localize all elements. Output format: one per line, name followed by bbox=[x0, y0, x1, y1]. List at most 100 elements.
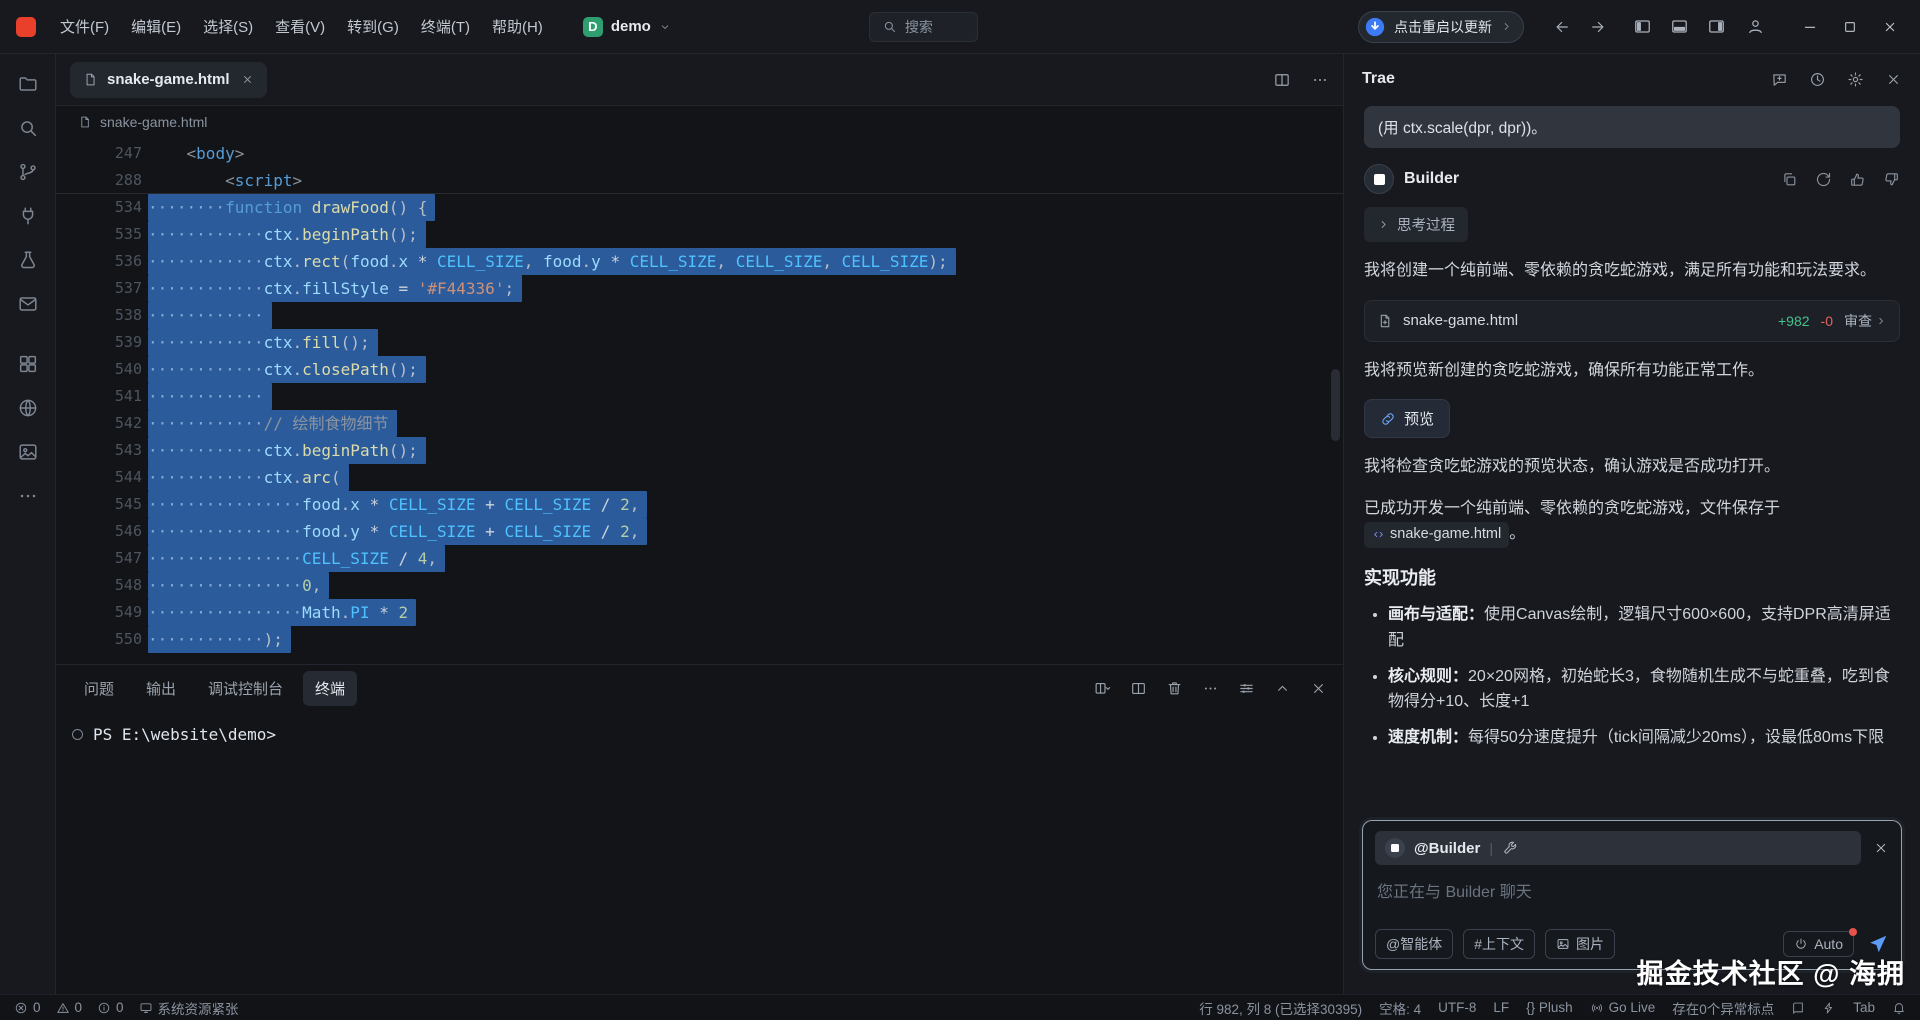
statusbar-item[interactable] bbox=[1822, 1001, 1836, 1015]
statusbar-item[interactable] bbox=[1892, 1001, 1906, 1015]
line-number[interactable]: 534 bbox=[56, 194, 142, 221]
code-line-539[interactable]: 539 ············ctx.fill(); bbox=[56, 329, 1343, 356]
code-line-545[interactable]: 545 ················food.x * CELL_SIZE + … bbox=[56, 491, 1343, 518]
copy-icon[interactable] bbox=[1781, 171, 1798, 188]
line-number[interactable]: 548 bbox=[56, 572, 142, 599]
panel-tab-终端[interactable]: 终端 bbox=[303, 670, 358, 706]
code-line-543[interactable]: 543 ············ctx.beginPath(); bbox=[56, 437, 1343, 464]
input-placeholder[interactable]: 您正在与 Builder 聊天 bbox=[1377, 878, 1887, 902]
problems-errors[interactable]: 0 bbox=[14, 1000, 41, 1015]
forward-button[interactable] bbox=[1580, 18, 1616, 36]
statusbar-item[interactable]: Go Live bbox=[1590, 1000, 1655, 1015]
menu-item[interactable]: 查看(V) bbox=[265, 11, 335, 42]
mention-pill[interactable]: @Builder | bbox=[1375, 831, 1861, 865]
activitybar-gallery-icon[interactable] bbox=[5, 430, 51, 474]
line-number[interactable]: 544 bbox=[56, 464, 142, 491]
code-line-535[interactable]: 535 ············ctx.beginPath(); bbox=[56, 221, 1343, 248]
thinking-process-toggle[interactable]: 思考过程 bbox=[1364, 207, 1468, 242]
line-number[interactable]: 550 bbox=[56, 626, 142, 653]
breadcrumb[interactable]: snake-game.html bbox=[56, 106, 1343, 138]
input-chip[interactable]: #上下文 bbox=[1463, 929, 1536, 959]
chat-messages[interactable]: (用 ctx.scale(dpr, dpr))。 Builder 思考过程 我将… bbox=[1344, 104, 1920, 820]
line-number[interactable]: 545 bbox=[56, 491, 142, 518]
maximize-panel-icon[interactable] bbox=[1274, 680, 1291, 697]
back-button[interactable] bbox=[1544, 18, 1580, 36]
sticky-line-288[interactable]: 288 <script> bbox=[56, 167, 1343, 194]
menu-item[interactable]: 编辑(E) bbox=[121, 11, 191, 42]
code-line-538[interactable]: 538 ············ bbox=[56, 302, 1343, 329]
code-line-548[interactable]: 548 ················0, bbox=[56, 572, 1343, 599]
line-number[interactable]: 549 bbox=[56, 599, 142, 626]
close-window-button[interactable] bbox=[1870, 7, 1910, 47]
activitybar-mail-icon[interactable] bbox=[5, 282, 51, 326]
close-tab-icon[interactable] bbox=[241, 73, 254, 86]
code-line-546[interactable]: 546 ················food.y * CELL_SIZE + … bbox=[56, 518, 1343, 545]
editor-scrollbar[interactable] bbox=[1331, 369, 1340, 442]
line-number[interactable]: 539 bbox=[56, 329, 142, 356]
line-number[interactable]: 288 bbox=[56, 167, 142, 193]
code-line-540[interactable]: 540 ············ctx.closePath(); bbox=[56, 356, 1343, 383]
statusbar-item[interactable]: {} Plush bbox=[1526, 1000, 1573, 1015]
review-link[interactable]: 审查 bbox=[1844, 311, 1887, 331]
kill-terminal-icon[interactable] bbox=[1166, 680, 1183, 697]
clear-mention-icon[interactable] bbox=[1873, 840, 1889, 856]
menu-item[interactable]: 选择(S) bbox=[193, 11, 263, 42]
thumbs-up-icon[interactable] bbox=[1849, 171, 1866, 188]
code-line-536[interactable]: 536 ············ctx.rect(food.x * CELL_SI… bbox=[56, 248, 1343, 275]
code-line-537[interactable]: 537 ············ctx.fillStyle = '#F44336'… bbox=[56, 275, 1343, 302]
line-number[interactable]: 543 bbox=[56, 437, 142, 464]
line-number[interactable]: 537 bbox=[56, 275, 142, 302]
maximize-button[interactable] bbox=[1830, 7, 1870, 47]
line-number[interactable]: 536 bbox=[56, 248, 142, 275]
terminal-picker-icon[interactable] bbox=[1094, 680, 1111, 697]
code-line-541[interactable]: 541 ············ bbox=[56, 383, 1343, 410]
filter-icon[interactable] bbox=[1238, 680, 1255, 697]
activitybar-extensions-icon[interactable] bbox=[5, 342, 51, 386]
statusbar-item[interactable]: 存在0个异常标点 bbox=[1672, 998, 1774, 1018]
global-search[interactable]: 搜索 bbox=[868, 11, 978, 42]
statusbar-item[interactable]: UTF-8 bbox=[1438, 1000, 1476, 1015]
chat-input[interactable]: @Builder | 您正在与 Builder 聊天 @智能体 #上下文 图片 Au… bbox=[1362, 820, 1902, 970]
line-number[interactable]: 541 bbox=[56, 383, 142, 410]
system-resource-warning[interactable]: 系统资源紧张 bbox=[139, 998, 239, 1018]
line-number[interactable]: 247 bbox=[56, 140, 142, 167]
line-number[interactable]: 546 bbox=[56, 518, 142, 545]
problems-infos[interactable]: 0 bbox=[97, 1000, 124, 1015]
toggle-left-sidebar-icon[interactable] bbox=[1626, 17, 1659, 36]
minimize-button[interactable] bbox=[1790, 7, 1830, 47]
code-line-544[interactable]: 544 ············ctx.arc( bbox=[56, 464, 1343, 491]
settings-gear-icon[interactable] bbox=[1847, 71, 1864, 88]
code-line-542[interactable]: 542 ············// 绘制食物细节 bbox=[56, 410, 1343, 437]
menu-item[interactable]: 转到(G) bbox=[337, 11, 409, 42]
project-switcher[interactable]: D demo bbox=[575, 13, 679, 41]
activitybar-search-icon[interactable] bbox=[5, 106, 51, 150]
thumbs-down-icon[interactable] bbox=[1883, 171, 1900, 188]
activitybar-globe-icon[interactable] bbox=[5, 386, 51, 430]
activitybar-explorer-icon[interactable] bbox=[5, 62, 51, 106]
account-icon[interactable] bbox=[1737, 17, 1774, 36]
panel-tab-输出[interactable]: 输出 bbox=[134, 671, 188, 706]
activitybar-source-control-icon[interactable] bbox=[5, 150, 51, 194]
tools-wrench-icon[interactable] bbox=[1502, 840, 1518, 856]
statusbar-item[interactable]: Tab bbox=[1853, 1000, 1875, 1015]
restart-update-button[interactable]: 点击重启以更新 bbox=[1358, 10, 1524, 43]
close-chat-icon[interactable] bbox=[1885, 71, 1902, 88]
menu-item[interactable]: 终端(T) bbox=[411, 11, 480, 42]
toggle-right-sidebar-icon[interactable] bbox=[1700, 17, 1733, 36]
line-number[interactable]: 538 bbox=[56, 302, 142, 329]
sticky-line-247[interactable]: 247 <body> bbox=[56, 140, 1343, 167]
line-number[interactable]: 542 bbox=[56, 410, 142, 437]
activitybar-more-icon[interactable] bbox=[5, 474, 51, 518]
split-editor-icon[interactable] bbox=[1273, 71, 1291, 89]
line-number[interactable]: 540 bbox=[56, 356, 142, 383]
menu-item[interactable]: 文件(F) bbox=[50, 11, 119, 42]
history-icon[interactable] bbox=[1809, 71, 1826, 88]
statusbar-item[interactable]: LF bbox=[1493, 1000, 1509, 1015]
activitybar-debug-icon[interactable] bbox=[5, 194, 51, 238]
problems-warnings[interactable]: 0 bbox=[56, 1000, 82, 1015]
menu-item[interactable]: 帮助(H) bbox=[482, 11, 553, 42]
line-number[interactable]: 535 bbox=[56, 221, 142, 248]
line-number[interactable]: 547 bbox=[56, 545, 142, 572]
new-chat-icon[interactable] bbox=[1771, 71, 1788, 88]
terminal[interactable]: PS E:\website\demo> bbox=[56, 711, 1343, 994]
